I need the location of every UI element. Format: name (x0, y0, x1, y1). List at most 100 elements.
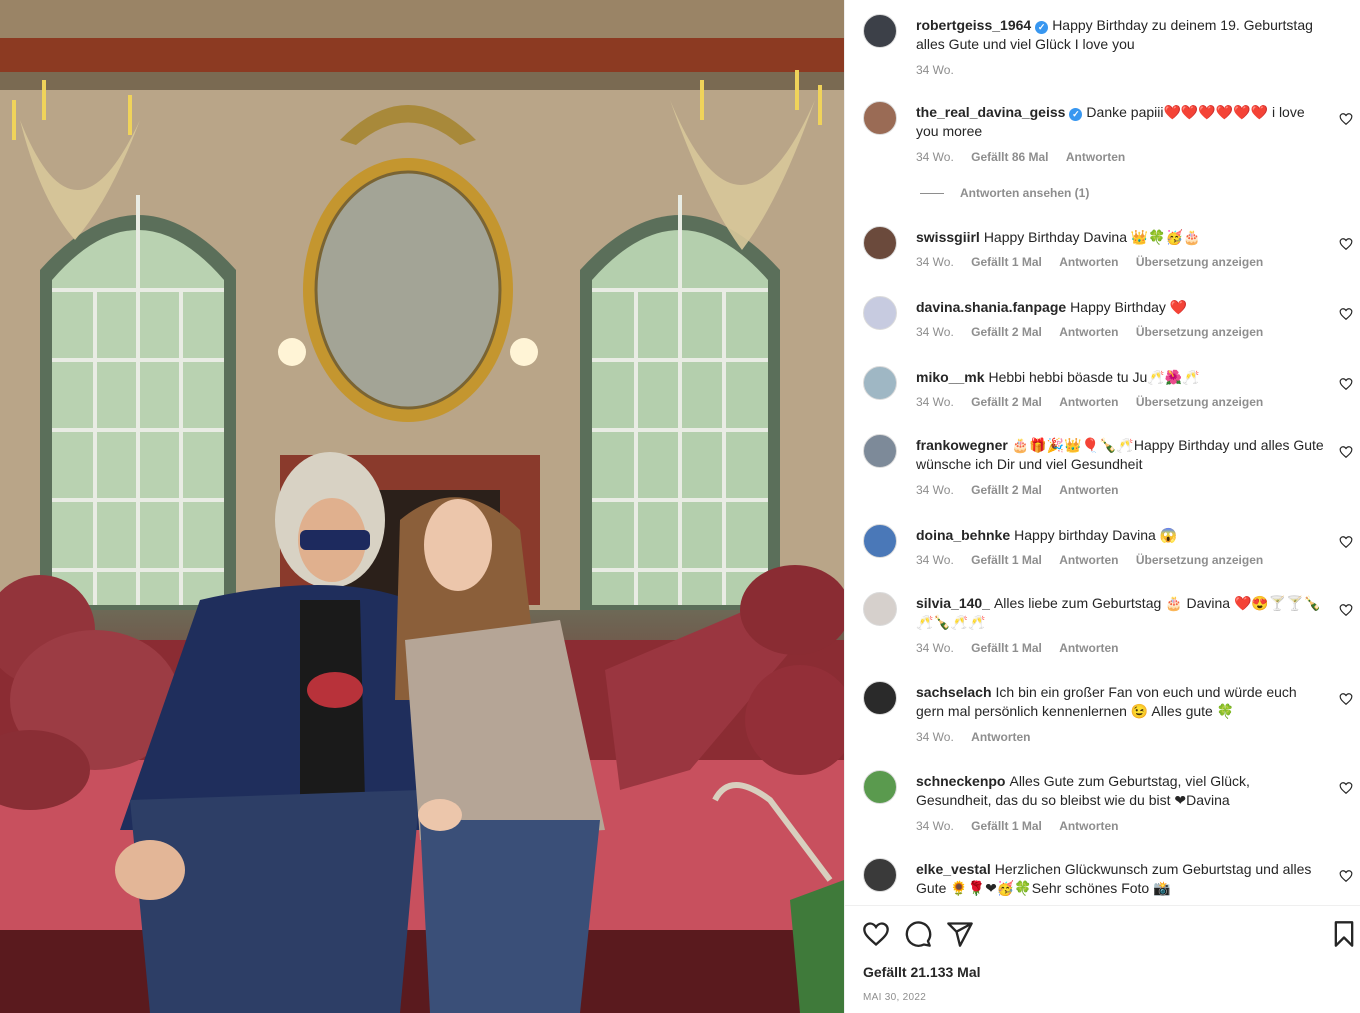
comment-username[interactable]: frankowegner (916, 437, 1008, 453)
comment-time[interactable]: 34 Wo. (916, 150, 954, 164)
comment-like-heart-icon[interactable] (1339, 781, 1353, 795)
comment-like-heart-icon[interactable] (1339, 603, 1353, 617)
reply-button[interactable]: Antworten (1059, 641, 1118, 655)
comment-likes[interactable]: Gefällt 1 Mal (971, 553, 1042, 567)
comment-meta: 34 Wo. Gefällt 2 Mal Antworten Übersetzu… (916, 325, 1277, 339)
comment-icon[interactable] (904, 920, 932, 948)
bookmark-icon[interactable] (1330, 920, 1358, 948)
reply-button[interactable]: Antworten (1059, 325, 1118, 339)
comment-username[interactable]: the_real_davina_geiss (916, 104, 1065, 120)
comment-username[interactable]: elke_vestal (916, 861, 991, 877)
avatar[interactable] (863, 858, 897, 892)
caption-meta: 34 Wo. (916, 63, 968, 77)
comment-text: miko__mk Hebbi hebbi böasde tu Ju🥂🌺🥂 (916, 368, 1326, 387)
heart-icon[interactable] (862, 920, 890, 948)
comment-like-heart-icon[interactable] (1339, 237, 1353, 251)
avatar[interactable] (863, 434, 897, 468)
comment-like-heart-icon[interactable] (1339, 112, 1353, 126)
reply-button[interactable]: Antworten (1059, 819, 1118, 833)
avatar[interactable] (863, 592, 897, 626)
comment-username[interactable]: sachselach (916, 684, 992, 700)
comment-text: silvia_140_ Alles liebe zum Geburtstag 🎂 … (916, 594, 1326, 632)
avatar[interactable] (863, 14, 897, 48)
comment-text: sachselach Ich bin ein großer Fan von euc… (916, 683, 1326, 721)
avatar[interactable] (863, 770, 897, 804)
comment-time[interactable]: 34 Wo. (916, 395, 954, 409)
reply-button[interactable]: Antworten (971, 730, 1030, 744)
comment-like-heart-icon[interactable] (1339, 535, 1353, 549)
caption-username[interactable]: robertgeiss_1964 (916, 17, 1031, 33)
comment-username[interactable]: davina.shania.fanpage (916, 299, 1066, 315)
caption-time[interactable]: 34 Wo. (916, 63, 954, 77)
comment-body: Happy Birthday ❤️ (1070, 299, 1188, 315)
view-replies-button[interactable]: Antworten ansehen (1) (920, 186, 1089, 200)
reply-button[interactable]: Antworten (1066, 150, 1125, 164)
comment-like-heart-icon[interactable] (1339, 377, 1353, 391)
reply-button[interactable]: Antworten (1059, 395, 1118, 409)
comment-like-heart-icon[interactable] (1339, 445, 1353, 459)
comment-likes[interactable]: Gefällt 1 Mal (971, 641, 1042, 655)
avatar[interactable] (863, 101, 897, 135)
reply-button[interactable]: Antworten (1059, 553, 1118, 567)
comment-text: the_real_davina_geiss ✓ Danke papiii❤️❤️❤️… (916, 103, 1326, 141)
comment-likes[interactable]: Gefällt 2 Mal (971, 325, 1042, 339)
comment-likes[interactable]: Gefällt 2 Mal (971, 483, 1042, 497)
comment-likes[interactable]: Gefällt 86 Mal (971, 150, 1048, 164)
comment-likes[interactable]: Gefällt 1 Mal (971, 255, 1042, 269)
comment-text: schneckenpo Alles Gute zum Geburtstag, vi… (916, 772, 1326, 810)
comment-meta: 34 Wo. Gefällt 1 Mal Antworten Übersetzu… (916, 553, 1277, 567)
comment-username[interactable]: schneckenpo (916, 773, 1005, 789)
comment-text: doina_behnke Happy birthday Davina 😱 (916, 526, 1326, 545)
comment-like-heart-icon[interactable] (1339, 869, 1353, 883)
avatar[interactable] (863, 226, 897, 260)
reply-button[interactable]: Antworten (1059, 255, 1118, 269)
verified-badge-icon: ✓ (1069, 108, 1083, 121)
translate-button[interactable]: Übersetzung anzeigen (1136, 553, 1263, 567)
comment-username[interactable]: silvia_140_ (916, 595, 990, 611)
comment-meta: 34 Wo. Gefällt 86 Mal Antworten (916, 150, 1139, 164)
post-image-illustration (0, 0, 844, 1013)
comment-meta: 34 Wo. Gefällt 1 Mal Antworten (916, 641, 1133, 655)
comment-likes[interactable]: Gefällt 1 Mal (971, 819, 1042, 833)
comment-time[interactable]: 34 Wo. (916, 483, 954, 497)
view-replies-label: Antworten ansehen (1) (960, 186, 1090, 200)
comment-username[interactable]: miko__mk (916, 369, 984, 385)
post-likes-count[interactable]: Gefällt 21.133 Mal (863, 964, 981, 980)
comment-username[interactable]: doina_behnke (916, 527, 1010, 543)
comment-list[interactable]: robertgeiss_1964 ✓ Happy Birthday zu deine… (845, 0, 1360, 904)
comment-meta: 34 Wo. Gefällt 1 Mal Antworten (916, 819, 1133, 833)
comment-like-heart-icon[interactable] (1339, 692, 1353, 706)
comment-time[interactable]: 34 Wo. (916, 553, 954, 567)
avatar[interactable] (863, 296, 897, 330)
verified-badge-icon: ✓ (1035, 21, 1049, 34)
reply-button[interactable]: Antworten (1059, 483, 1118, 497)
comment-body: Hebbi hebbi böasde tu Ju🥂🌺🥂 (988, 369, 1200, 385)
comment-likes[interactable]: Gefällt 2 Mal (971, 395, 1042, 409)
comment-time[interactable]: 34 Wo. (916, 641, 954, 655)
comment-time[interactable]: 34 Wo. (916, 255, 954, 269)
avatar[interactable] (863, 366, 897, 400)
comment-text: swissgiirl Happy Birthday Davina 👑🍀🥳🎂 (916, 228, 1326, 247)
comment-time[interactable]: 34 Wo. (916, 819, 954, 833)
translate-button[interactable]: Übersetzung anzeigen (1136, 255, 1263, 269)
comment-like-heart-icon[interactable] (1339, 307, 1353, 321)
post-image[interactable] (0, 0, 844, 1013)
post-date[interactable]: MAI 30, 2022 (863, 992, 926, 1003)
avatar[interactable] (863, 681, 897, 715)
translate-button[interactable]: Übersetzung anzeigen (1136, 325, 1263, 339)
translate-button[interactable]: Übersetzung anzeigen (1136, 395, 1263, 409)
replies-line-divider (920, 193, 944, 195)
post-action-bar: Gefällt 21.133 Mal MAI 30, 2022 (845, 905, 1360, 1013)
comment-body: Happy birthday Davina 😱 (1014, 527, 1178, 543)
comment-username[interactable]: swissgiirl (916, 229, 980, 245)
send-icon[interactable] (946, 920, 974, 948)
avatar[interactable] (863, 524, 897, 558)
comment-time[interactable]: 34 Wo. (916, 730, 954, 744)
comment-time[interactable]: 34 Wo. (916, 325, 954, 339)
comments-panel: robertgeiss_1964 ✓ Happy Birthday zu deine… (844, 0, 1360, 1013)
comment-text: elke_vestal Herzlichen Glückwunsch zum Ge… (916, 860, 1326, 898)
comment-meta: 34 Wo. Gefällt 1 Mal Antworten Übersetzu… (916, 255, 1277, 269)
comment-text: frankowegner 🎂🎁🎉👑🎈🍾🥂Happy Birthday und al… (916, 436, 1326, 474)
comment-body: Happy Birthday Davina 👑🍀🥳🎂 (983, 229, 1201, 245)
comment-text: davina.shania.fanpage Happy Birthday ❤️ (916, 298, 1326, 317)
